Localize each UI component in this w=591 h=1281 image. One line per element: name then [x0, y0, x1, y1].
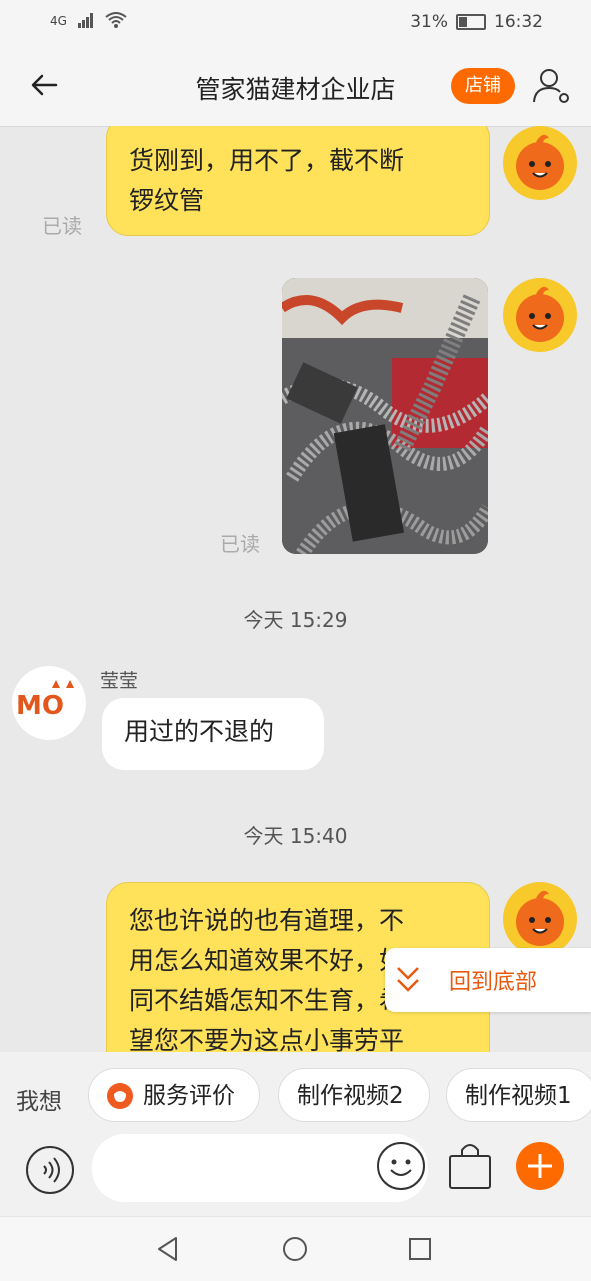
signal-indicators: 4G	[50, 12, 127, 28]
my-avatar[interactable]	[503, 126, 577, 200]
plus-icon	[528, 1154, 552, 1178]
message-text-line: 锣纹管	[129, 186, 205, 215]
double-chevron-down-icon	[397, 967, 419, 992]
status-right: 31% 16:32	[410, 12, 543, 32]
smiley-icon	[390, 1159, 412, 1176]
timestamp: 今天 15:40	[243, 824, 348, 848]
system-nav-bar	[0, 1216, 591, 1281]
voice-icon	[43, 1157, 60, 1183]
back-triangle-icon[interactable]	[154, 1235, 182, 1263]
message-text: 用过的不退的	[124, 717, 275, 746]
timestamp: 今天 15:29	[243, 608, 348, 632]
svg-text:MO: MO	[16, 691, 64, 721]
mascot-avatar-icon	[516, 286, 564, 342]
shop-button[interactable]: 店铺	[451, 68, 515, 104]
read-receipt: 已读	[42, 214, 82, 238]
home-circle-icon[interactable]	[281, 1235, 309, 1263]
my-avatar[interactable]	[503, 278, 577, 352]
emoji-button[interactable]	[377, 1142, 425, 1190]
input-bar	[0, 1126, 591, 1216]
recents-square-icon[interactable]	[406, 1235, 434, 1263]
sender-name: 莹莹	[100, 670, 139, 692]
message-text-line: 您也许说的也有道理，不	[129, 906, 405, 935]
photo-message[interactable]	[282, 278, 488, 554]
battery-icon	[456, 14, 486, 30]
network-label: 4G	[50, 14, 67, 28]
more-options-button[interactable]	[516, 1142, 564, 1190]
voice-input-button[interactable]	[26, 1146, 74, 1194]
pipe-photo-image	[282, 278, 488, 554]
message-text-line: 望您不要为这点小事劳平	[129, 1026, 405, 1052]
flower-icon	[107, 1083, 133, 1109]
my-message-bubble[interactable]: 货刚到，用不了，截不断 锣纹管	[106, 126, 490, 236]
seller-message-bubble[interactable]: 用过的不退的	[102, 698, 324, 770]
user-settings-icon[interactable]	[531, 66, 571, 106]
read-receipt: 已读	[220, 532, 260, 556]
shopping-bag-icon[interactable]	[446, 1140, 494, 1192]
clock: 16:32	[494, 12, 543, 32]
cat-logo-icon: MO	[16, 680, 74, 721]
battery-percent: 31%	[410, 12, 448, 32]
seller-avatar[interactable]: MO	[12, 666, 86, 740]
back-to-bottom-label: 回到底部	[449, 970, 538, 995]
signal-icon	[77, 13, 93, 28]
chat-area[interactable]: 货刚到，用不了，截不断 锣纹管 已读 已读 今天 15:29 MO 莹莹 用过的…	[0, 126, 591, 1052]
back-to-bottom-button[interactable]: 回到底部	[385, 948, 591, 1012]
message-text-line: 货刚到，用不了，截不断	[129, 146, 405, 175]
wifi-icon	[105, 12, 127, 28]
chip-service-review[interactable]: 服务评价	[88, 1068, 260, 1122]
quick-reply-lead: 我想	[16, 1089, 62, 1115]
chip-label: 制作视频1	[465, 1083, 572, 1109]
chat-header: 管家猫建材企业店 店铺	[0, 48, 591, 127]
status-bar: 4G 31% 16:32	[0, 0, 591, 48]
chip-video-1[interactable]: 制作视频1	[446, 1068, 591, 1122]
mascot-avatar-icon	[516, 890, 564, 946]
chip-label: 制作视频2	[297, 1083, 404, 1109]
chip-video-2[interactable]: 制作视频2	[278, 1068, 430, 1122]
chip-label: 服务评价	[143, 1083, 235, 1109]
mascot-avatar-icon	[516, 134, 564, 190]
my-avatar[interactable]	[503, 882, 577, 956]
